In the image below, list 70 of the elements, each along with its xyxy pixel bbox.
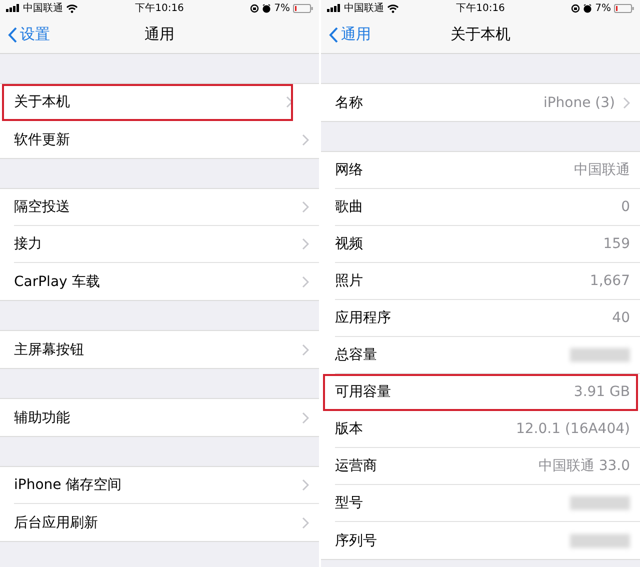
back-chevron-icon [8, 26, 17, 42]
row-value: 159 [603, 236, 630, 252]
row-value: 0 [621, 199, 630, 215]
settings-row[interactable]: 运营商 中国联通 33.0 [335, 448, 640, 485]
battery-icon [293, 4, 314, 12]
row-value: iPhone (3) [543, 94, 615, 110]
back-button[interactable]: 通用 [321, 24, 377, 45]
settings-row[interactable]: iPhone 储存空间 [14, 467, 319, 504]
alarm-icon [262, 4, 272, 12]
rotation-lock-icon [250, 4, 260, 12]
wifi-icon [387, 4, 399, 12]
screen-title: 关于本机 [450, 25, 510, 43]
carrier-name: 中国联通 [23, 2, 63, 15]
signal-icon [6, 4, 20, 12]
row-label: 网络 [335, 161, 364, 179]
settings-row[interactable]: 版本 12.0.1 (16A404) [335, 411, 640, 448]
settings-row[interactable]: 网络 中国联通 [335, 152, 640, 189]
row-label: 应用程序 [335, 309, 392, 327]
row-label: 名称 [335, 94, 364, 112]
row-label: 序列号 [335, 532, 378, 550]
alarm-icon [583, 4, 592, 12]
row-value: 中国联通 33.0 [538, 457, 630, 475]
back-button[interactable]: 设置 [0, 24, 56, 45]
row-label: 总容量 [335, 346, 378, 364]
status-time: 下午10:16 [456, 2, 505, 15]
row-label: 后台应用刷新 [14, 514, 99, 532]
row-value: 3.91 GB [574, 384, 630, 400]
settings-row[interactable]: 视频 159 [335, 226, 640, 263]
settings-row[interactable]: CarPlay 车载 [14, 263, 319, 300]
battery-percent: 7% [595, 2, 612, 14]
row-value: 40 [612, 310, 630, 326]
row-label: 主屏幕按钮 [14, 340, 85, 358]
battery-percent: 7% [274, 2, 290, 14]
row-label: CarPlay 车载 [14, 272, 101, 290]
settings-row[interactable]: 接力 [14, 226, 319, 263]
settings-row[interactable]: 关于本机 [2, 84, 293, 121]
settings-row[interactable]: 软件更新 [14, 121, 319, 158]
settings-row[interactable]: 总容量 [335, 337, 640, 374]
row-value: 12.0.1 (16A404) [516, 421, 630, 437]
settings-row[interactable]: 序列号 [335, 522, 640, 559]
wifi-icon [66, 4, 78, 12]
rotation-lock-icon [571, 4, 580, 12]
row-label: 隔空投送 [14, 198, 71, 216]
carrier-name: 中国联通 [344, 2, 384, 15]
back-chevron-icon [329, 26, 338, 42]
row-label: 关于本机 [14, 93, 71, 111]
row-value: 1,667 [590, 273, 630, 289]
row-label: 可用容量 [335, 383, 392, 401]
row-label: 型号 [335, 494, 364, 512]
signal-icon [327, 4, 341, 12]
settings-row[interactable]: 隔空投送 [14, 189, 319, 226]
row-label: 版本 [335, 420, 364, 438]
settings-row[interactable]: 应用程序 40 [335, 300, 640, 337]
settings-row[interactable]: 可用容量 3.91 GB [323, 374, 638, 411]
settings-row[interactable]: 后台应用刷新 [14, 504, 319, 541]
row-label: 视频 [335, 235, 364, 253]
settings-row[interactable]: 照片 1,667 [335, 263, 640, 300]
row-value: 中国联通 [574, 161, 630, 179]
battery-icon [614, 4, 634, 12]
row-label: 接力 [14, 235, 43, 253]
row-label: 软件更新 [14, 130, 71, 148]
settings-row[interactable]: 型号 [335, 485, 640, 522]
row-label: 辅助功能 [14, 408, 71, 426]
screen-title: 通用 [144, 25, 174, 43]
row-label: 运营商 [335, 457, 378, 475]
settings-row[interactable]: 歌曲 0 [335, 189, 640, 226]
row-label: 照片 [335, 272, 364, 290]
status-time: 下午10:16 [135, 2, 184, 15]
row-label: iPhone 储存空间 [14, 476, 123, 494]
row-label: 歌曲 [335, 198, 364, 216]
